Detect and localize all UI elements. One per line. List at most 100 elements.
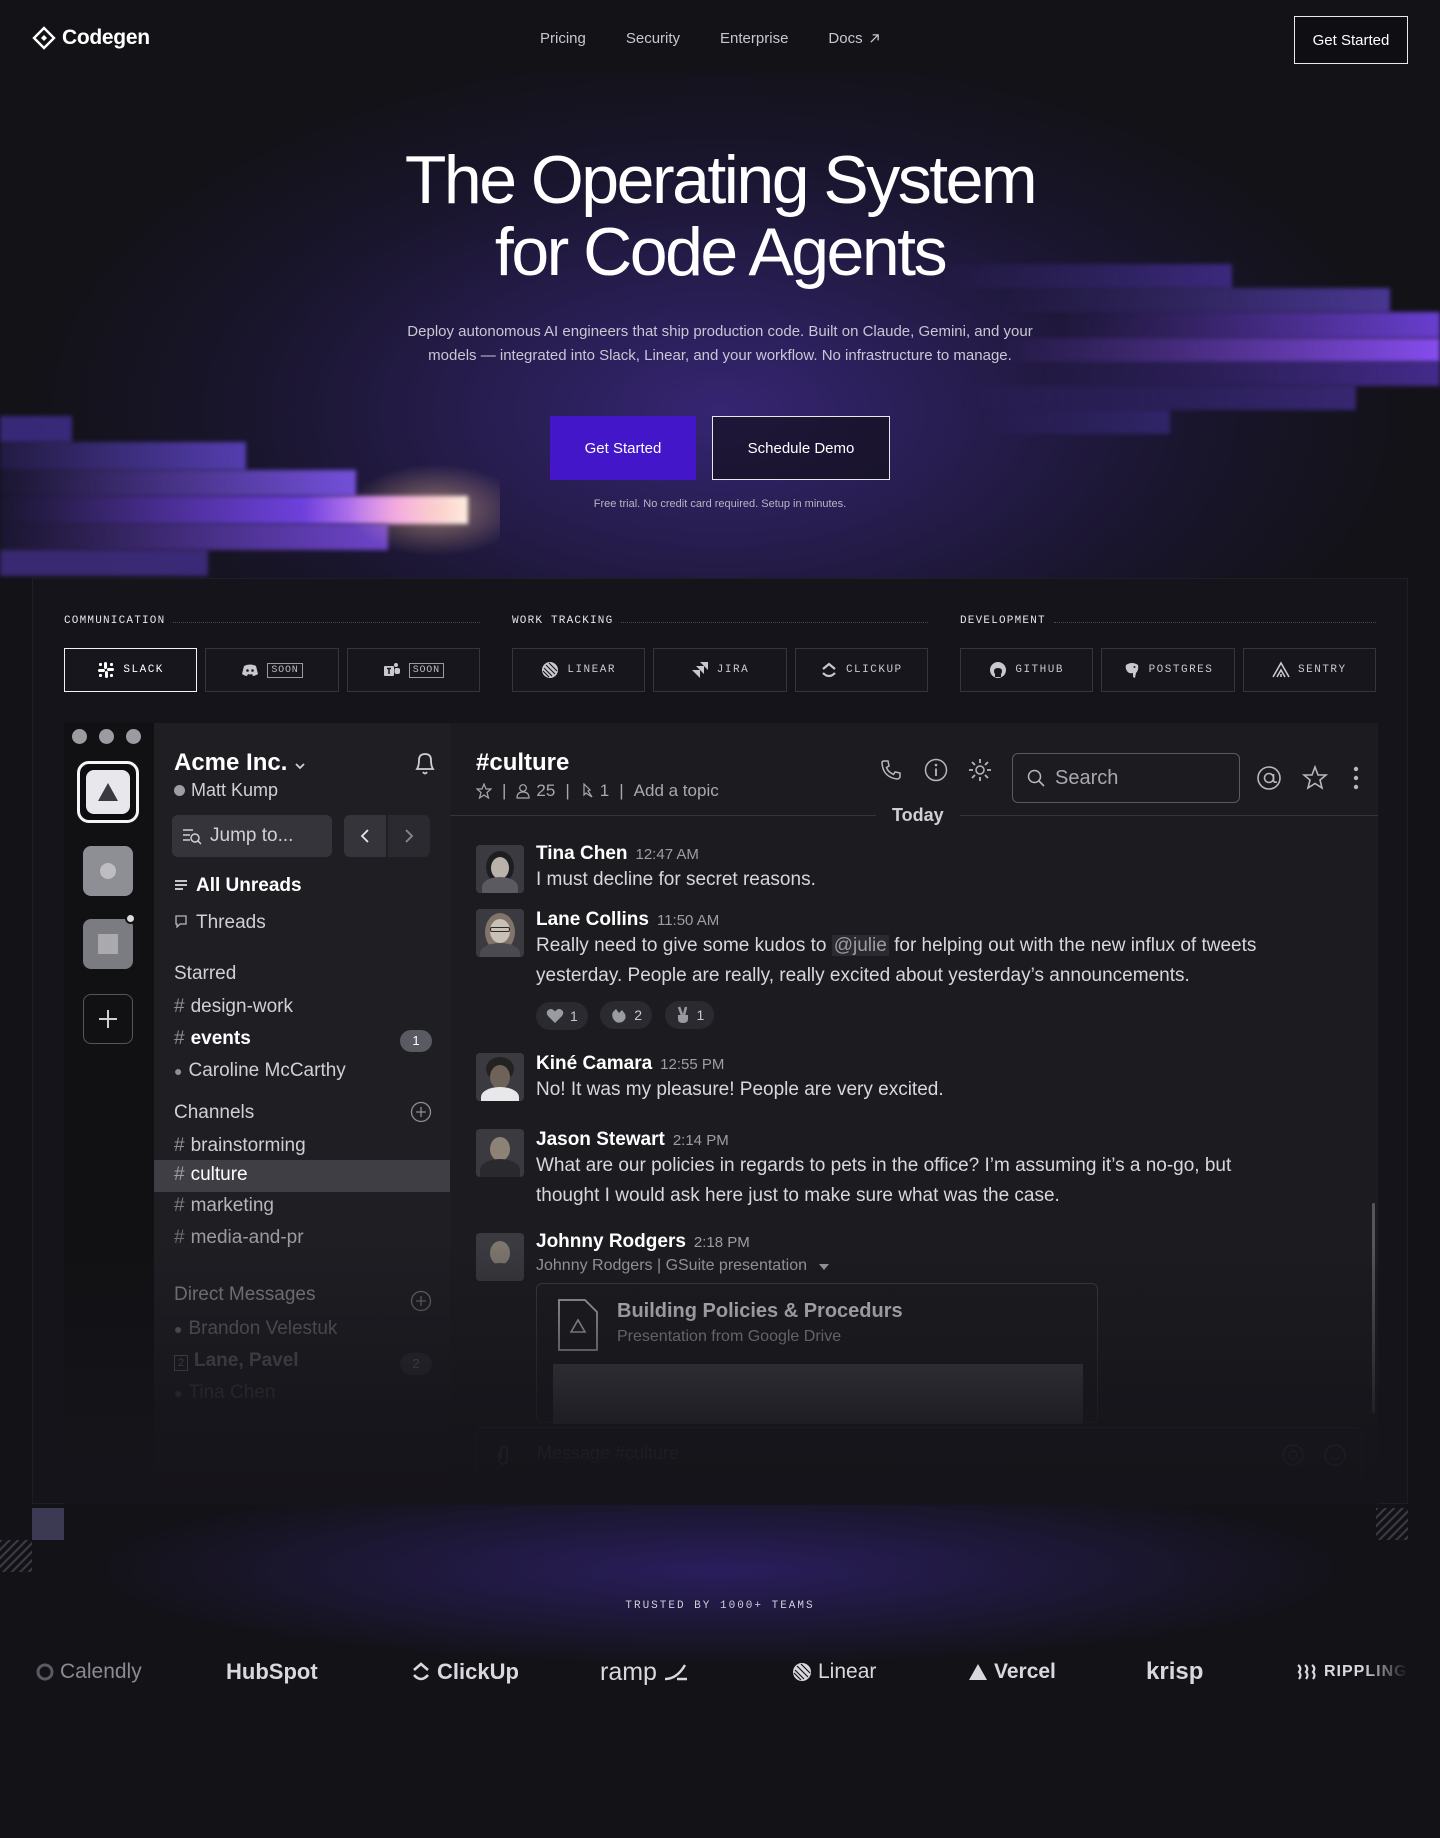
channel-item-marketing[interactable]: # marketing	[174, 1195, 274, 1217]
member-count[interactable]: 25	[536, 781, 555, 801]
message-item: Kiné Camara 12:55 PM No! It was my pleasu…	[536, 1053, 1356, 1105]
avatar[interactable]	[476, 909, 524, 957]
workspace-icon-acme[interactable]	[77, 761, 139, 823]
message-timestamp[interactable]: 12:55 PM	[660, 1056, 724, 1073]
history-forward-button[interactable]	[388, 815, 430, 857]
message-author[interactable]: Tina Chen	[536, 843, 628, 864]
soon-badge: SOON	[408, 662, 444, 678]
message-author[interactable]: Lane Collins	[536, 909, 649, 930]
schedule-demo-button[interactable]: Schedule Demo	[712, 416, 890, 480]
message-timestamp[interactable]: 11:50 AM	[657, 912, 719, 929]
star-outline-icon[interactable]	[476, 783, 492, 799]
dm-item-lane-pavel[interactable]: 2 Lane, Pavel	[174, 1350, 299, 1372]
current-user: Matt Kump	[174, 780, 278, 801]
workspace-icon-square[interactable]	[83, 913, 136, 969]
mention-icon[interactable]	[1256, 765, 1282, 791]
add-dm-icon[interactable]	[410, 1290, 432, 1312]
gear-icon[interactable]	[968, 758, 992, 782]
brand-logo[interactable]: Codegen	[32, 26, 150, 50]
avatar[interactable]	[476, 845, 524, 893]
add-channel-icon[interactable]	[410, 1101, 432, 1123]
message-author[interactable]: Johnny Rodgers	[536, 1231, 686, 1252]
channel-label: media-and-pr	[190, 1227, 304, 1248]
message-composer[interactable]: Message #culture	[476, 1427, 1362, 1481]
ramp-icon	[664, 1664, 687, 1681]
workspace-icon-circle[interactable]	[83, 846, 133, 896]
light-streak	[1040, 362, 1440, 386]
reaction-heart[interactable]: 1	[536, 1002, 588, 1030]
light-streak	[980, 410, 1170, 434]
avatar[interactable]	[476, 1233, 524, 1281]
threads-item[interactable]: Threads	[174, 912, 266, 934]
message-timestamp[interactable]: 2:14 PM	[673, 1132, 729, 1149]
integration-postgres[interactable]: POSTGRES	[1101, 648, 1235, 692]
channels-heading[interactable]: Channels	[174, 1102, 254, 1124]
channel-item-brainstorming[interactable]: # brainstorming	[174, 1135, 306, 1157]
all-unreads-item[interactable]: All Unreads	[174, 875, 302, 897]
channel-item-media-and-pr[interactable]: # media-and-pr	[174, 1227, 304, 1249]
dm-label: Brandon Velestuk	[188, 1318, 338, 1339]
channel-item-culture[interactable]: # culture	[174, 1164, 248, 1186]
reactions-row: 1 2 1	[536, 1001, 1366, 1030]
caret-down-icon[interactable]	[819, 1264, 830, 1270]
bell-icon[interactable]	[412, 749, 438, 777]
avatar[interactable]	[476, 1053, 524, 1101]
more-vertical-icon[interactable]	[1352, 765, 1360, 791]
starred-heading[interactable]: Starred	[174, 963, 236, 985]
message-item: Johnny Rodgers 2:18 PM Johnny Rodgers | G…	[536, 1231, 1356, 1424]
dm-item-tina[interactable]: ● Tina Chen	[174, 1382, 275, 1404]
starred-item-design-work[interactable]: # design-work	[174, 996, 293, 1018]
avatar[interactable]	[476, 1129, 524, 1177]
message-text-part: for helping out with the new influx of t…	[894, 935, 1257, 956]
integration-clickup[interactable]: CLICKUP	[794, 648, 928, 692]
integration-slack[interactable]: SLACK	[64, 648, 198, 692]
reaction-clap[interactable]: 2	[600, 1001, 653, 1029]
star-icon[interactable]	[1302, 765, 1328, 791]
window-close-dot[interactable]	[72, 729, 87, 744]
message-timestamp[interactable]: 2:18 PM	[694, 1234, 750, 1251]
nav-link-pricing[interactable]: Pricing	[540, 30, 586, 47]
message-author[interactable]: Jason Stewart	[536, 1129, 665, 1150]
attachment-icon[interactable]	[495, 1443, 511, 1467]
direct-messages-heading[interactable]: Direct Messages	[174, 1284, 316, 1306]
dm-item-brandon[interactable]: ● Brandon Velestuk	[174, 1318, 337, 1340]
integration-jira[interactable]: JIRA	[653, 648, 787, 692]
window-minimize-dot[interactable]	[99, 729, 114, 744]
phone-icon[interactable]	[880, 759, 902, 781]
add-topic-link[interactable]: Add a topic	[634, 781, 719, 801]
message-author[interactable]: Kiné Camara	[536, 1053, 652, 1074]
jump-to-button[interactable]: Jump to...	[172, 815, 332, 857]
hero-get-started-button[interactable]: Get Started	[550, 416, 696, 480]
starred-item-events[interactable]: # events	[174, 1028, 251, 1050]
chevron-right-icon	[405, 829, 414, 843]
integration-teams[interactable]: SOON	[346, 648, 480, 692]
nav-link-docs[interactable]: Docs	[828, 30, 879, 47]
emoji-icon[interactable]	[1323, 1443, 1347, 1467]
meta-divider: |	[565, 781, 570, 800]
nav-get-started-button[interactable]: Get Started	[1294, 16, 1408, 64]
integration-discord[interactable]: SOON	[205, 648, 339, 692]
integration-github[interactable]: GITHUB	[960, 648, 1094, 692]
integration-linear[interactable]: LINEAR	[512, 648, 646, 692]
dm-unread-badge: 2	[400, 1353, 432, 1375]
window-zoom-dot[interactable]	[126, 729, 141, 744]
starred-item-caroline[interactable]: ● Caroline McCarthy	[174, 1060, 346, 1082]
history-back-button[interactable]	[344, 815, 386, 857]
pin-count[interactable]: 1	[600, 781, 609, 801]
info-icon[interactable]	[924, 758, 948, 782]
attachment-card[interactable]: Building Policies & Procedurs Presentati…	[536, 1283, 1098, 1424]
channel-title[interactable]: #culture	[476, 749, 569, 777]
square-icon	[98, 934, 118, 954]
workspace-name[interactable]: Acme Inc.	[174, 749, 306, 777]
scrollbar[interactable]	[1372, 1203, 1375, 1413]
reaction-peace[interactable]: 1	[664, 1001, 715, 1029]
nav-link-enterprise[interactable]: Enterprise	[720, 30, 788, 47]
integration-sentry[interactable]: SENTRY	[1242, 648, 1376, 692]
user-mention[interactable]: @julie	[831, 935, 889, 956]
message-timestamp[interactable]: 12:47 AM	[636, 846, 699, 863]
mention-icon[interactable]	[1281, 1443, 1305, 1467]
nav-link-security[interactable]: Security	[626, 30, 680, 47]
hash-icon: #	[174, 996, 185, 1017]
channel-search-input[interactable]: Search	[1012, 753, 1240, 803]
add-workspace-button[interactable]	[83, 994, 133, 1044]
